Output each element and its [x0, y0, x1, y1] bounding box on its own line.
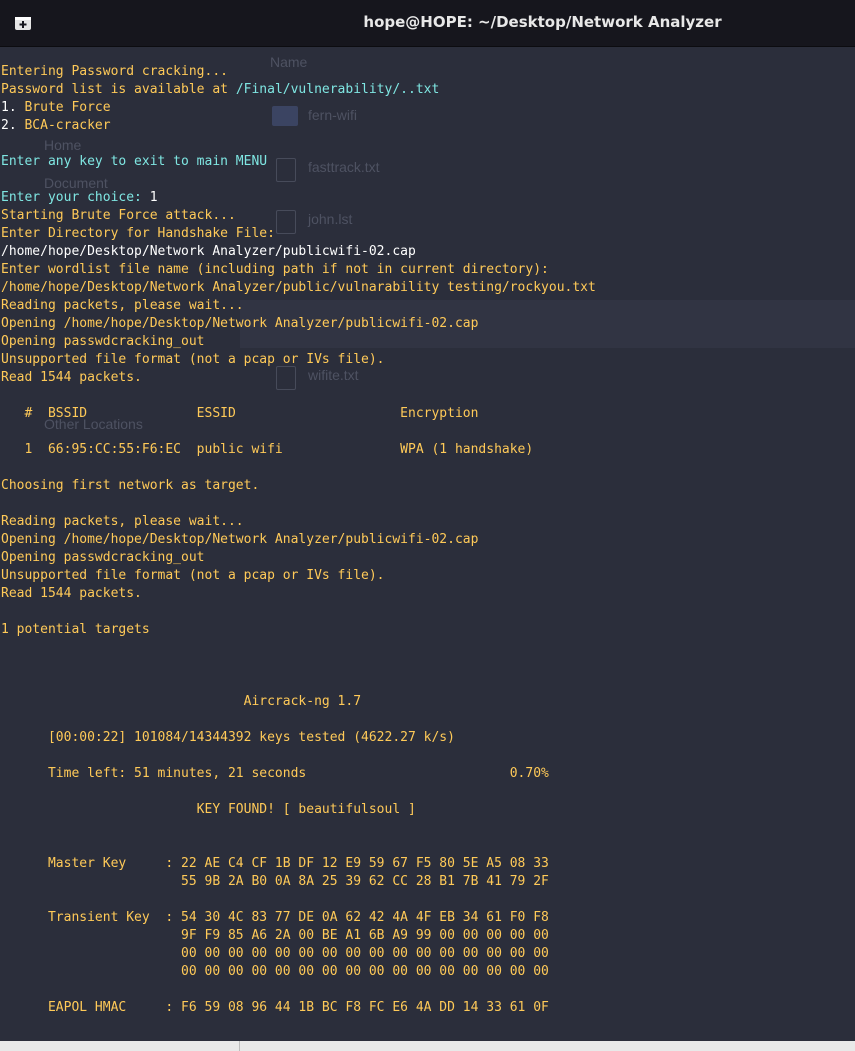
- terminal-line: Starting Brute Force attack...: [1, 207, 596, 225]
- terminal-text: 2.: [1, 118, 25, 133]
- terminal-text: 9F F9 85 A6 2A 00 BE A1 6B A9 99 00 00 0…: [1, 928, 549, 943]
- terminal-line: /home/hope/Desktop/Network Analyzer/publ…: [1, 243, 596, 261]
- terminal-text: Transient Key : 54 30 4C 83 77 DE 0A 62 …: [1, 910, 549, 925]
- terminal-text: 1 66:95:CC:55:F6:EC public wifi WPA (1 h…: [1, 442, 534, 457]
- terminal-line: Master Key : 22 AE C4 CF 1B DF 12 E9 59 …: [1, 855, 596, 873]
- window-title: hope@HOPE: ~/Desktop/Network Analyzer: [363, 13, 722, 31]
- terminal-text: Time left: 51 minutes, 21 seconds 0.70%: [1, 766, 549, 781]
- terminal-line: 00 00 00 00 00 00 00 00 00 00 00 00 00 0…: [1, 963, 596, 981]
- terminal-line: 9F F9 85 A6 2A 00 BE A1 6B A9 99 00 00 0…: [1, 927, 596, 945]
- terminal-line: Opening passwdcracking_out: [1, 333, 596, 351]
- terminal-line: Opening passwdcracking_out: [1, 549, 596, 567]
- terminal-line: 1 potential targets: [1, 621, 596, 639]
- terminal-text: KEY FOUND! [ beautifulsoul ]: [1, 802, 416, 817]
- terminal-text: Enter any key to exit to main MENU: [1, 154, 268, 169]
- terminal-text: # BSSID ESSID Encryption: [1, 406, 479, 421]
- terminal-text: Opening /home/hope/Desktop/Network Analy…: [1, 532, 479, 547]
- terminal-line: Entering Password cracking...: [1, 63, 596, 81]
- terminal-text: Unsupported file format (not a pcap or I…: [1, 352, 385, 367]
- terminal-text: Enter your choice:: [1, 190, 150, 205]
- terminal-line: Enter any key to exit to main MENU: [1, 153, 596, 171]
- terminal-text: Read 1544 packets.: [1, 586, 142, 601]
- terminal-line: Opening /home/hope/Desktop/Network Analy…: [1, 531, 596, 549]
- terminal-text: /home/hope/Desktop/Network Analyzer/publ…: [1, 244, 416, 259]
- terminal-line: Transient Key : 54 30 4C 83 77 DE 0A 62 …: [1, 909, 596, 927]
- terminal-text: 1.: [1, 100, 25, 115]
- terminal-text: /Final/vulnerability/..txt: [235, 82, 440, 97]
- terminal-text: Reading packets, please wait...: [1, 298, 244, 313]
- terminal-text: Aircrack-ng 1.7: [1, 694, 362, 709]
- terminal-text: Opening passwdcracking_out: [1, 550, 205, 565]
- terminal-text: Choosing first network as target.: [1, 478, 260, 493]
- bottom-strip-divider: [239, 1041, 240, 1051]
- terminal-line: Time left: 51 minutes, 21 seconds 0.70%: [1, 765, 596, 783]
- terminal-text: Starting Brute Force attack...: [1, 208, 236, 223]
- terminal-output[interactable]: Entering Password cracking... Password li…: [1, 63, 596, 1017]
- terminal-line: Choosing first network as target.: [1, 477, 596, 495]
- terminal-line: Enter wordlist file name (including path…: [1, 261, 596, 279]
- terminal-text: 00 00 00 00 00 00 00 00 00 00 00 00 00 0…: [1, 946, 549, 961]
- terminal-text: EAPOL HMAC : F6 59 08 96 44 1B BC F8 FC …: [1, 1000, 549, 1015]
- terminal-text: Enter wordlist file name (including path…: [1, 262, 549, 277]
- bottom-strip: [0, 1041, 855, 1051]
- terminal-text: BCA-cracker: [24, 118, 111, 133]
- terminal-line: Opening /home/hope/Desktop/Network Analy…: [1, 315, 596, 333]
- terminal-text: Password list is available at: [1, 82, 236, 97]
- terminal-line: Reading packets, please wait...: [1, 513, 596, 531]
- terminal-text: 55 9B 2A B0 0A 8A 25 39 62 CC 28 B1 7B 4…: [1, 874, 549, 889]
- terminal-text: 1 potential targets: [1, 622, 150, 637]
- terminal-text: Master Key : 22 AE C4 CF 1B DF 12 E9 59 …: [1, 856, 549, 871]
- terminal-line: # BSSID ESSID Encryption: [1, 405, 596, 423]
- terminal-line: [00:00:22] 101084/14344392 keys tested (…: [1, 729, 596, 747]
- terminal-text: Brute Force: [24, 100, 111, 115]
- terminal-line: 1 66:95:CC:55:F6:EC public wifi WPA (1 h…: [1, 441, 596, 459]
- terminal-line: Unsupported file format (not a pcap or I…: [1, 351, 596, 369]
- terminal-line: Read 1544 packets.: [1, 369, 596, 387]
- terminal-text: Opening passwdcracking_out: [1, 334, 205, 349]
- terminal-line: Read 1544 packets.: [1, 585, 596, 603]
- terminal-text: Entering Password cracking...: [1, 64, 228, 79]
- terminal-line: 00 00 00 00 00 00 00 00 00 00 00 00 00 0…: [1, 945, 596, 963]
- terminal-text: Opening /home/hope/Desktop/Network Analy…: [1, 316, 479, 331]
- terminal-line: EAPOL HMAC : F6 59 08 96 44 1B BC F8 FC …: [1, 999, 596, 1017]
- terminal-window: Name Home Document Other Locations fern-…: [0, 0, 855, 1051]
- terminal-text: 00 00 00 00 00 00 00 00 00 00 00 00 00 0…: [1, 964, 549, 979]
- title-bar: hope@HOPE: ~/Desktop/Network Analyzer: [0, 0, 855, 47]
- terminal-line: Aircrack-ng 1.7: [1, 693, 596, 711]
- terminal-line: Password list is available at /Final/vul…: [1, 81, 596, 99]
- terminal-line: 1. Brute Force: [1, 99, 596, 117]
- terminal-line: 2. BCA-cracker: [1, 117, 596, 135]
- terminal-text: [00:00:22] 101084/14344392 keys tested (…: [1, 730, 455, 745]
- terminal-text: /home/hope/Desktop/Network Analyzer/publ…: [1, 280, 596, 295]
- terminal-line: /home/hope/Desktop/Network Analyzer/publ…: [1, 279, 596, 297]
- terminal-text: Enter Directory for Handshake File:: [1, 226, 275, 241]
- terminal-text: Read 1544 packets.: [1, 370, 142, 385]
- terminal-line: 55 9B 2A B0 0A 8A 25 39 62 CC 28 B1 7B 4…: [1, 873, 596, 891]
- terminal-line: Enter your choice: 1: [1, 189, 596, 207]
- terminal-text: Unsupported file format (not a pcap or I…: [1, 568, 385, 583]
- terminal-line: Enter Directory for Handshake File:: [1, 225, 596, 243]
- terminal-line: Reading packets, please wait...: [1, 297, 596, 315]
- terminal-text: Reading packets, please wait...: [1, 514, 244, 529]
- terminal-text: 1: [149, 190, 158, 205]
- terminal-line: KEY FOUND! [ beautifulsoul ]: [1, 801, 596, 819]
- terminal-line: Unsupported file format (not a pcap or I…: [1, 567, 596, 585]
